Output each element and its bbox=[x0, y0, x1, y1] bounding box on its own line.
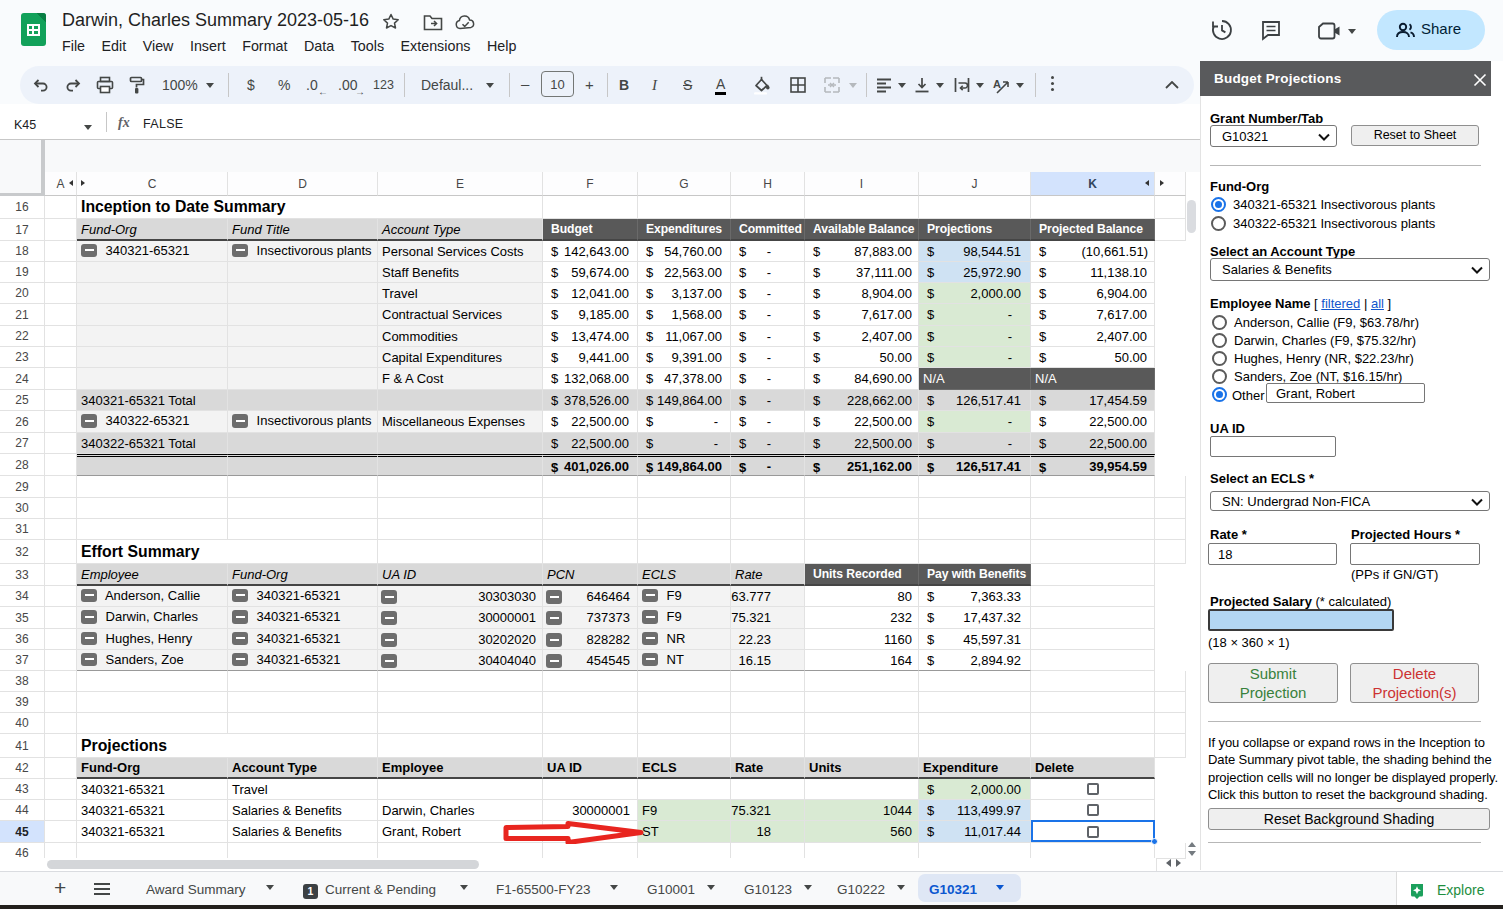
svg-text:A: A bbox=[993, 78, 1001, 90]
